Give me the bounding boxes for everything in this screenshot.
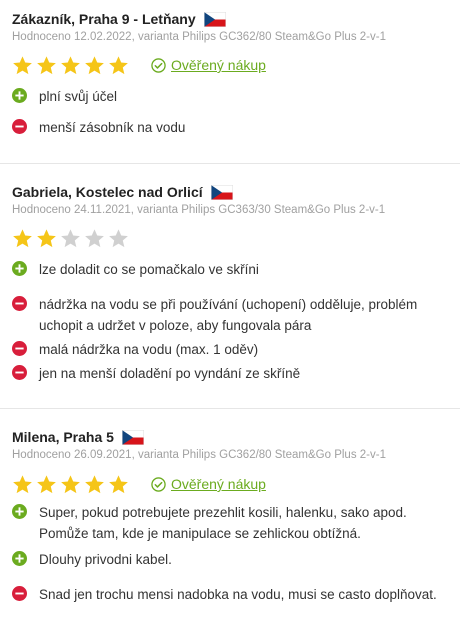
pro-text: Super, pokud potrebujete prezehlit kosil… [39,505,407,541]
review-author: Milena, Praha 5 [12,429,114,445]
pro-item: plní svůj účel [12,86,448,107]
star-empty-icon [85,228,104,247]
check-circle-icon [151,57,166,73]
plus-circle-icon [12,504,27,519]
rating-row: Ověřený nákup [12,473,448,495]
minus-circle-icon [12,365,27,380]
review-header: Milena, Praha 5 [12,429,448,445]
star-filled-icon [37,474,56,493]
star-empty-icon [109,228,128,247]
con-item: menší zásobník na vodu [12,117,448,138]
con-item: nádržka na vodu se při používání (uchope… [12,294,448,336]
review-meta: Hodnoceno 26.09.2021, varianta Philips G… [12,449,386,461]
review-author: Gabriela, Kostelec nad Orlicí [12,184,203,200]
minus-circle-icon [12,341,27,356]
check-circle-icon [151,476,166,492]
star-filled-icon [13,474,32,493]
verified-purchase-label: Ověřený nákup [171,476,266,492]
star-filled-icon [37,228,56,247]
pro-text: lze doladit co se pomačkalo ve skříni [39,262,259,277]
verified-purchase-link[interactable]: Ověřený nákup [151,476,266,492]
con-item: jen na menší doladění po vyndání ze skří… [12,363,448,384]
minus-circle-icon [12,296,27,311]
con-text: menší zásobník na vodu [39,120,186,135]
star-rating [12,474,129,495]
star-filled-icon [109,55,128,74]
review-meta: Hodnoceno 24.11.2021, varianta Philips G… [12,204,386,216]
star-filled-icon [37,55,56,74]
star-filled-icon [61,55,80,74]
rating-row: Ověřený nákup [12,54,448,76]
plus-circle-icon [12,88,27,103]
plus-circle-icon [12,261,27,276]
star-rating [12,55,129,76]
review-header: Gabriela, Kostelec nad Orlicí [12,184,448,200]
con-text: Snad jen trochu mensi nadobka na vodu, m… [39,587,437,602]
star-filled-icon [13,55,32,74]
star-filled-icon [13,228,32,247]
verified-purchase-link[interactable]: Ověřený nákup [151,57,266,73]
con-text: malá nádržka na vodu (max. 1 oděv) [39,342,259,357]
con-text: nádržka na vodu se při používání (uchope… [39,297,418,333]
pro-text: plní svůj účel [39,89,118,104]
pro-item: Super, pokud potrebujete prezehlit kosil… [12,502,448,544]
star-filled-icon [85,474,104,493]
verified-purchase-label: Ověřený nákup [171,57,266,73]
minus-circle-icon [12,586,27,601]
star-filled-icon [109,474,128,493]
pro-item: lze doladit co se pomačkalo ve skříni [12,259,448,280]
czech-flag-icon [121,429,144,445]
review-author: Zákazník, Praha 9 - Letňany [12,11,196,27]
con-item: Snad jen trochu mensi nadobka na vodu, m… [12,584,448,605]
plus-circle-icon [12,551,27,566]
star-rating [12,228,129,249]
review-card: Milena, Praha 5 Hodnoceno 26.09.2021, var… [0,409,460,605]
review-meta: Hodnoceno 12.02.2022, varianta Philips G… [12,31,386,43]
pro-text: Dlouhy privodni kabel. [39,552,172,567]
pro-item: Dlouhy privodni kabel. [12,549,448,570]
star-filled-icon [85,55,104,74]
minus-circle-icon [12,119,27,134]
czech-flag-icon [203,11,226,27]
reviews-list: Zákazník, Praha 9 - Letňany Hodnoceno 12.… [0,0,460,605]
review-card: Gabriela, Kostelec nad Orlicí Hodnoceno 2… [0,164,460,409]
con-item: malá nádržka na vodu (max. 1 oděv) [12,339,448,360]
star-filled-icon [61,474,80,493]
rating-row [12,227,448,249]
star-empty-icon [61,228,80,247]
review-header: Zákazník, Praha 9 - Letňany [12,11,448,27]
con-text: jen na menší doladění po vyndání ze skří… [39,366,301,381]
czech-flag-icon [210,184,233,200]
review-card: Zákazník, Praha 9 - Letňany Hodnoceno 12.… [0,0,460,164]
